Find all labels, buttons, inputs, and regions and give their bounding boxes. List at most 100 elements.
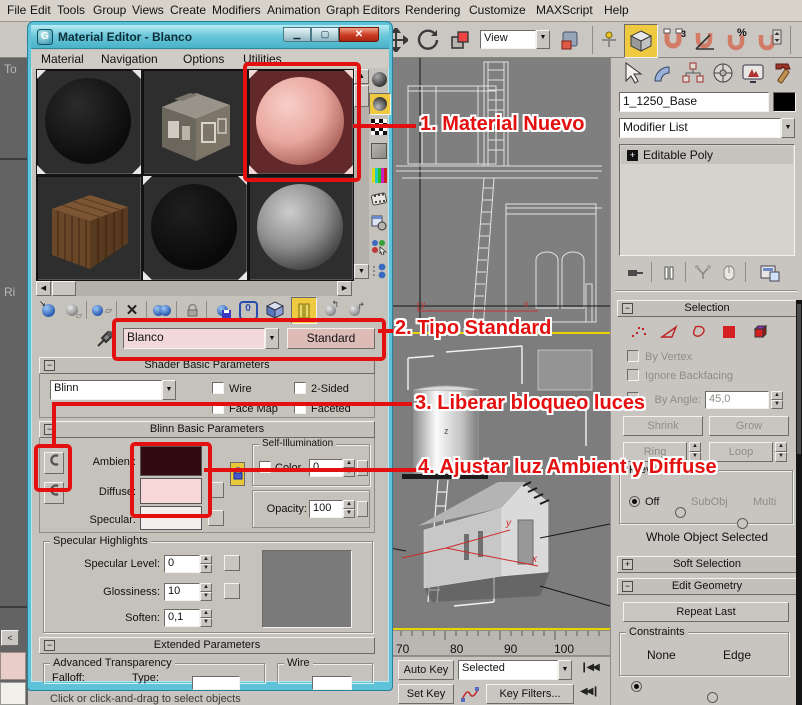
constraint-none-radio[interactable]	[631, 681, 642, 692]
specular-level-field[interactable]: 0	[164, 555, 200, 573]
preview-multi-radio[interactable]	[737, 518, 748, 529]
menu-maxscript[interactable]: MAXScript	[532, 3, 597, 17]
material-slot-5[interactable]	[142, 175, 248, 281]
menu-modifiers[interactable]: Modifiers	[208, 3, 265, 17]
pin-stack-button[interactable]	[623, 262, 647, 284]
lock-colors-button[interactable]	[230, 462, 245, 486]
track-bar[interactable]: 70 80 90 100	[388, 630, 612, 656]
object-color-swatch[interactable]	[773, 92, 796, 112]
snaps-toggle-3d-button[interactable]: 3	[658, 26, 688, 54]
menu-material[interactable]: Material	[41, 52, 84, 66]
menu-views[interactable]: Views	[128, 3, 168, 17]
soft-selection-rollout-header[interactable]: + Soft Selection	[617, 556, 797, 573]
close-button[interactable]: ✕	[339, 27, 379, 42]
set-key-button[interactable]: Set Key	[398, 684, 454, 704]
menu-edit[interactable]: Edit	[26, 3, 55, 17]
auto-key-button[interactable]: Auto Key	[398, 660, 454, 680]
specular-level-spinner[interactable]: ▲▼	[200, 555, 212, 573]
key-mode-toggle-button[interactable]: ◀◀❙	[580, 686, 606, 702]
scroll-thumb[interactable]	[52, 281, 76, 296]
select-and-rotate-button[interactable]	[414, 26, 442, 54]
use-pivot-point-center-button[interactable]	[556, 26, 586, 54]
select-by-material-button[interactable]	[369, 237, 389, 257]
menu-options[interactable]: Options	[183, 52, 224, 66]
collapse-icon[interactable]: −	[622, 303, 633, 314]
default-in-out-tangent-button[interactable]	[458, 684, 482, 704]
menu-create[interactable]: Create	[166, 3, 210, 17]
material-slot-1[interactable]	[36, 69, 142, 175]
shader-select[interactable]: Blinn	[50, 380, 162, 400]
slots-horizontal-scrollbar[interactable]: ◀ ▶	[36, 281, 352, 296]
ignore-backfacing-checkbox[interactable]	[627, 369, 639, 381]
subobject-vertex-button[interactable]	[627, 322, 651, 342]
window-title-bar[interactable]: G Material Editor - Blanco ▁ ▢ ✕	[31, 25, 389, 49]
glossiness-map-button[interactable]	[224, 583, 240, 599]
viewport-front[interactable]: y x	[388, 58, 612, 332]
glossiness-spinner[interactable]: ▲▼	[200, 583, 212, 601]
menu-tools[interactable]: Tools	[53, 3, 89, 17]
constraint-edge-radio[interactable]	[707, 692, 718, 703]
options-button[interactable]	[369, 213, 389, 233]
shrink-button[interactable]: Shrink	[623, 416, 703, 436]
reference-coordinate-system-select[interactable]: View	[480, 30, 536, 49]
mini-listener-collapse-button[interactable]: <	[1, 630, 19, 646]
material-map-navigator-button[interactable]	[369, 261, 389, 281]
wire-size-field[interactable]	[312, 676, 352, 690]
expand-icon[interactable]: +	[622, 559, 633, 570]
loop-spinner[interactable]: ▲▼	[775, 442, 787, 462]
collapse-icon[interactable]: −	[44, 640, 55, 651]
grow-button[interactable]: Grow	[709, 416, 789, 436]
opacity-spinner[interactable]: ▲▼	[343, 500, 355, 518]
by-angle-spinner[interactable]: ▲▼	[771, 391, 783, 409]
opacity-field[interactable]: 100	[309, 500, 343, 518]
subobject-edge-button[interactable]	[657, 322, 681, 342]
reference-coordinate-system-dropdown-arrow[interactable]: ▼	[536, 30, 550, 49]
selection-filter-dropdown-arrow[interactable]: ▼	[558, 660, 572, 680]
preview-off-radio[interactable]	[629, 496, 640, 507]
make-preview-button[interactable]	[369, 189, 389, 209]
sample-type-button[interactable]	[369, 69, 389, 89]
tab-modify[interactable]	[649, 60, 677, 86]
shader-dropdown-arrow[interactable]: ▼	[162, 380, 176, 400]
object-name-field[interactable]: 1_1250_Base	[619, 92, 769, 112]
scroll-down-button[interactable]: ▼	[354, 264, 369, 279]
scroll-right-button[interactable]: ▶	[337, 281, 352, 296]
selection-rollout-header[interactable]: − Selection	[617, 300, 797, 317]
preview-subobj-radio[interactable]	[675, 507, 686, 518]
subobject-polygon-button[interactable]	[717, 322, 741, 342]
glossiness-field[interactable]: 10	[164, 583, 200, 601]
scrollbar-thumb[interactable]	[797, 304, 801, 454]
soften-field[interactable]: 0,1	[164, 609, 200, 627]
opacity-map-button[interactable]	[357, 501, 368, 517]
loop-button[interactable]: Loop	[709, 442, 773, 462]
by-vertex-checkbox[interactable]	[627, 350, 639, 362]
menu-graph-editors[interactable]: Graph Editors	[322, 3, 404, 17]
extended-rollout-header[interactable]: − Extended Parameters	[39, 637, 375, 654]
tab-utilities[interactable]	[769, 60, 797, 86]
maxscript-mini-listener-pink[interactable]	[0, 652, 26, 680]
snaps-toggle-button[interactable]	[624, 24, 658, 58]
command-panel-scrollbar[interactable]	[796, 300, 802, 705]
collapse-icon[interactable]: −	[44, 360, 55, 371]
put-material-to-scene-button[interactable]: ▱	[61, 299, 83, 321]
assign-material-to-selection-button[interactable]: ▱	[91, 299, 113, 321]
video-color-check-button[interactable]	[369, 165, 389, 185]
menu-rendering[interactable]: Rendering	[401, 3, 464, 17]
menu-customize[interactable]: Customize	[465, 3, 530, 17]
two-sided-checkbox[interactable]	[294, 382, 306, 394]
minimize-button[interactable]: ▁	[283, 27, 311, 42]
edit-geometry-rollout-header[interactable]: − Edit Geometry	[617, 578, 797, 595]
material-slot-2[interactable]	[142, 69, 248, 175]
percent-snap-toggle-button[interactable]: %	[722, 26, 752, 54]
select-and-scale-button[interactable]	[446, 26, 474, 54]
scroll-left-button[interactable]: ◀	[36, 281, 51, 296]
maxscript-mini-listener-white[interactable]	[0, 682, 26, 705]
menu-navigation[interactable]: Navigation	[101, 52, 158, 66]
key-filters-button[interactable]: Key Filters...	[486, 684, 574, 704]
tab-create[interactable]	[619, 60, 647, 86]
modifier-stack[interactable]: + Editable Poly	[619, 144, 795, 256]
modifier-list-dropdown-arrow[interactable]: ▼	[781, 118, 795, 138]
transparency-field[interactable]	[192, 676, 240, 690]
make-unique-button[interactable]	[691, 262, 715, 284]
angle-snap-toggle-button[interactable]	[690, 26, 720, 54]
